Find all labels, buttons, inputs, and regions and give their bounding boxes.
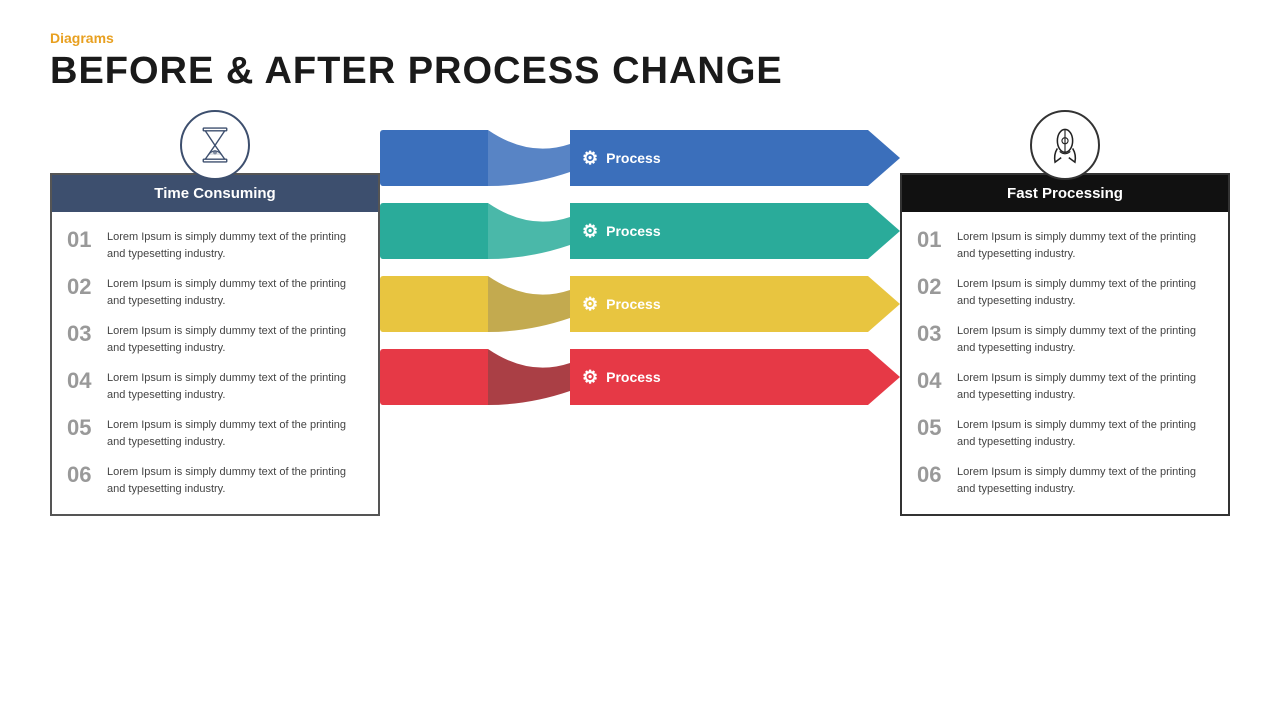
item-text: Lorem Ipsum is simply dummy text of the … xyxy=(107,370,363,403)
item-number: 02 xyxy=(917,276,947,298)
process-arrows-section: ⚙ Process ⚙ Process xyxy=(380,123,900,412)
time-consuming-icon xyxy=(180,110,250,180)
arrow-head-2 xyxy=(868,203,900,259)
item-number: 01 xyxy=(67,229,97,251)
ribbon-gap-1 xyxy=(488,136,570,180)
item-number: 05 xyxy=(917,417,947,439)
item-text: Lorem Ipsum is simply dummy text of the … xyxy=(957,323,1213,356)
left-panel-item: 01 Lorem Ipsum is simply dummy text of t… xyxy=(67,222,363,269)
process-row-3: ⚙ Process xyxy=(380,269,900,339)
process-row-1: ⚙ Process xyxy=(380,123,900,193)
item-number: 02 xyxy=(67,276,97,298)
item-number: 03 xyxy=(67,323,97,345)
left-panel-item: 06 Lorem Ipsum is simply dummy text of t… xyxy=(67,457,363,504)
left-panel: Time Consuming 01 Lorem Ipsum is simply … xyxy=(50,173,380,516)
right-panel-item: 06 Lorem Ipsum is simply dummy text of t… xyxy=(917,457,1213,504)
process-label-2: ⚙ Process xyxy=(570,203,868,259)
arrow-head-4 xyxy=(868,349,900,405)
page-title: BEFORE & AFTER PROCESS CHANGE xyxy=(50,50,1230,93)
arrow-head-1 xyxy=(868,130,900,186)
process-label-1: ⚙ Process xyxy=(570,130,868,186)
left-panel-item: 03 Lorem Ipsum is simply dummy text of t… xyxy=(67,316,363,363)
ribbon-left-2 xyxy=(380,203,488,259)
left-panel-item: 05 Lorem Ipsum is simply dummy text of t… xyxy=(67,410,363,457)
item-text: Lorem Ipsum is simply dummy text of the … xyxy=(107,417,363,450)
item-number: 06 xyxy=(67,464,97,486)
right-panel-header: Fast Processing xyxy=(902,175,1228,212)
right-panel: Fast Processing 01 Lorem Ipsum is simply… xyxy=(900,173,1230,516)
ribbon-gap-4 xyxy=(488,355,570,399)
left-panel-header: Time Consuming xyxy=(52,175,378,212)
item-text: Lorem Ipsum is simply dummy text of the … xyxy=(107,229,363,262)
item-text: Lorem Ipsum is simply dummy text of the … xyxy=(957,417,1213,450)
page-container: Diagrams BEFORE & AFTER PROCESS CHANGE T… xyxy=(0,0,1280,720)
process-label-4: ⚙ Process xyxy=(570,349,868,405)
right-panel-item: 01 Lorem Ipsum is simply dummy text of t… xyxy=(917,222,1213,269)
right-panel-items: 01 Lorem Ipsum is simply dummy text of t… xyxy=(902,212,1228,514)
ribbon-gap-2 xyxy=(488,209,570,253)
category-label: Diagrams xyxy=(50,30,1230,46)
ribbon-gap-3 xyxy=(488,282,570,326)
ribbon-left-4 xyxy=(380,349,488,405)
left-panel-item: 04 Lorem Ipsum is simply dummy text of t… xyxy=(67,363,363,410)
item-text: Lorem Ipsum is simply dummy text of the … xyxy=(957,370,1213,403)
item-text: Lorem Ipsum is simply dummy text of the … xyxy=(957,464,1213,497)
right-panel-item: 03 Lorem Ipsum is simply dummy text of t… xyxy=(917,316,1213,363)
ribbon-left-1 xyxy=(380,130,488,186)
arrow-head-3 xyxy=(868,276,900,332)
fast-processing-icon xyxy=(1030,110,1100,180)
left-panel-item: 02 Lorem Ipsum is simply dummy text of t… xyxy=(67,269,363,316)
content-area: Time Consuming 01 Lorem Ipsum is simply … xyxy=(50,123,1230,516)
process-row-2: ⚙ Process xyxy=(380,196,900,266)
ribbon-left-3 xyxy=(380,276,488,332)
item-number: 05 xyxy=(67,417,97,439)
process-row-4: ⚙ Process xyxy=(380,342,900,412)
right-panel-item: 02 Lorem Ipsum is simply dummy text of t… xyxy=(917,269,1213,316)
process-label-3: ⚙ Process xyxy=(570,276,868,332)
item-text: Lorem Ipsum is simply dummy text of the … xyxy=(107,323,363,356)
item-number: 04 xyxy=(67,370,97,392)
item-number: 01 xyxy=(917,229,947,251)
item-number: 04 xyxy=(917,370,947,392)
item-text: Lorem Ipsum is simply dummy text of the … xyxy=(957,229,1213,262)
item-text: Lorem Ipsum is simply dummy text of the … xyxy=(107,276,363,309)
item-text: Lorem Ipsum is simply dummy text of the … xyxy=(107,464,363,497)
right-panel-item: 05 Lorem Ipsum is simply dummy text of t… xyxy=(917,410,1213,457)
item-number: 06 xyxy=(917,464,947,486)
left-panel-items: 01 Lorem Ipsum is simply dummy text of t… xyxy=(52,212,378,514)
item-number: 03 xyxy=(917,323,947,345)
item-text: Lorem Ipsum is simply dummy text of the … xyxy=(957,276,1213,309)
right-panel-item: 04 Lorem Ipsum is simply dummy text of t… xyxy=(917,363,1213,410)
